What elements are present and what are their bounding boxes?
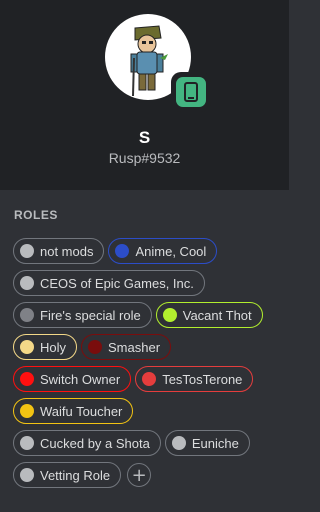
role-pill[interactable]: Cucked by a Shota bbox=[13, 430, 161, 456]
role-name: Euniche bbox=[191, 435, 239, 451]
role-pill[interactable]: not mods bbox=[13, 238, 105, 264]
role-name: CEOS of Epic Games, Inc. bbox=[40, 275, 194, 291]
mobile-status-badge bbox=[171, 72, 211, 112]
role-name: Smasher bbox=[108, 339, 161, 355]
role-name: Anime, Cool bbox=[135, 243, 207, 259]
avatar-container bbox=[105, 14, 211, 112]
role-name: Switch Owner bbox=[40, 371, 121, 387]
role-pill[interactable]: Switch Owner bbox=[13, 366, 132, 392]
role-pill[interactable]: Holy bbox=[13, 334, 78, 360]
role-pill[interactable]: Vacant Thot bbox=[155, 302, 263, 328]
user-tag: Rusp#9532 bbox=[108, 150, 181, 166]
role-color-dot-icon[interactable] bbox=[162, 308, 177, 322]
add-role-plus-icon[interactable]: + bbox=[127, 463, 152, 487]
role-color-dot-icon[interactable] bbox=[88, 340, 103, 354]
profile-header: S Rusp#9532 bbox=[0, 0, 289, 190]
role-name: Holy bbox=[40, 339, 67, 355]
role-name: Vacant Thot bbox=[182, 307, 252, 323]
role-name: Cucked by a Shota bbox=[40, 435, 150, 451]
role-name: Waifu Toucher bbox=[40, 403, 123, 419]
role-name: Fire's special role bbox=[40, 307, 141, 323]
role-pill[interactable]: Vetting Role bbox=[13, 462, 122, 488]
role-pill[interactable]: TesTosTerone bbox=[135, 366, 254, 392]
role-pill[interactable]: Waifu Toucher bbox=[13, 398, 134, 424]
role-name: not mods bbox=[40, 243, 94, 259]
role-name: Vetting Role bbox=[40, 467, 111, 483]
role-color-dot-icon[interactable] bbox=[20, 468, 34, 482]
role-color-dot-icon[interactable] bbox=[20, 436, 34, 450]
role-color-dot-icon[interactable] bbox=[20, 308, 34, 322]
role-color-dot-icon[interactable] bbox=[20, 276, 34, 290]
role-color-dot-icon[interactable] bbox=[20, 244, 34, 258]
role-pill[interactable]: Anime, Cool bbox=[108, 238, 218, 264]
role-color-dot-icon[interactable] bbox=[171, 436, 186, 450]
roles-list: not mods Anime, Cool CEOS of Epic Games, I… bbox=[13, 238, 283, 494]
role-pill[interactable]: CEOS of Epic Games, Inc. bbox=[13, 270, 205, 296]
display-name: S bbox=[138, 128, 151, 147]
roles-section-title: ROLES bbox=[14, 208, 58, 222]
role-color-dot-icon[interactable] bbox=[20, 340, 34, 354]
role-pill[interactable]: Smasher bbox=[81, 334, 172, 360]
role-name: TesTosTerone bbox=[162, 371, 243, 387]
role-pill[interactable]: Fire's special role bbox=[13, 302, 152, 328]
role-color-dot-icon[interactable] bbox=[142, 372, 157, 386]
role-color-dot-icon[interactable] bbox=[115, 244, 130, 258]
role-color-dot-icon[interactable] bbox=[20, 404, 34, 418]
role-pill[interactable]: Euniche bbox=[164, 430, 250, 456]
role-color-dot-icon[interactable] bbox=[20, 372, 34, 386]
mobile-phone-icon bbox=[176, 77, 206, 107]
